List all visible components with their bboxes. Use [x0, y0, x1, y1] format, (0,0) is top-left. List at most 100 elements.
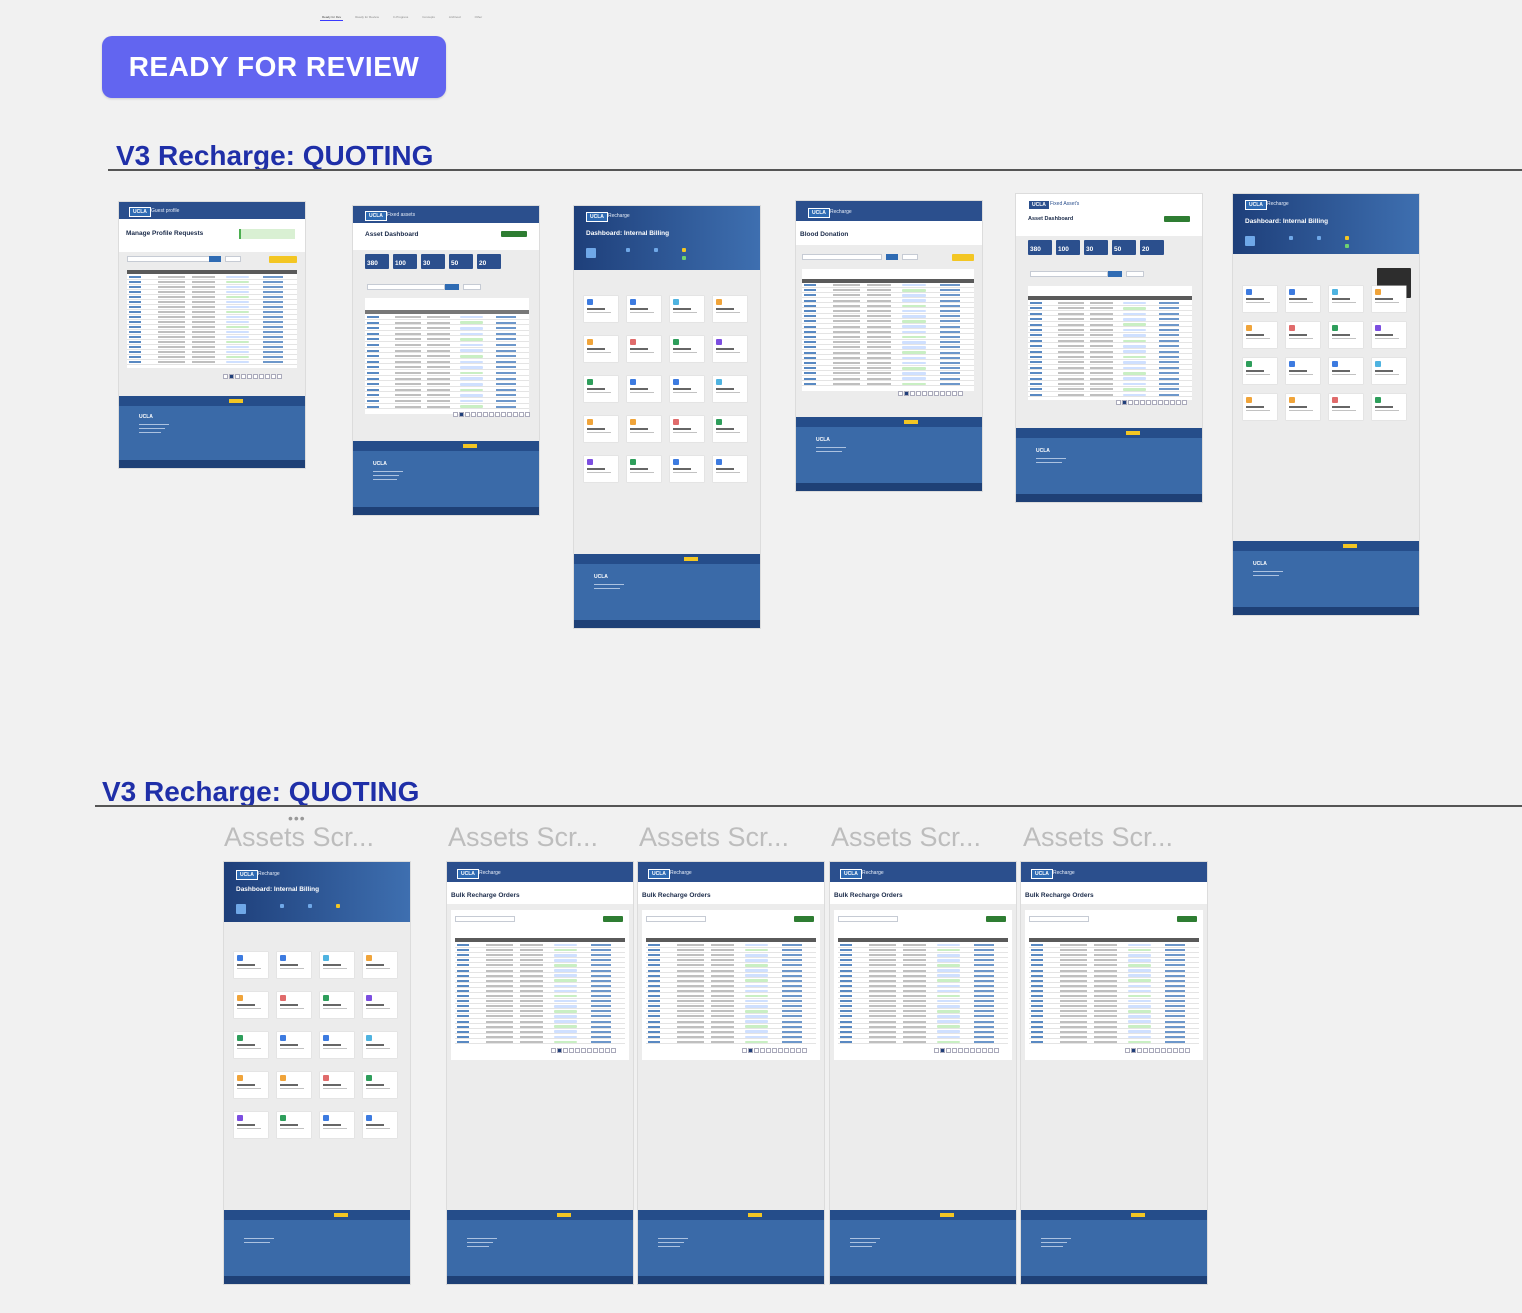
- table-row[interactable]: [1028, 306, 1192, 311]
- feature-card[interactable]: [670, 336, 704, 362]
- table-row[interactable]: [838, 963, 1008, 968]
- table-row[interactable]: [838, 983, 1008, 989]
- table-row[interactable]: [127, 315, 297, 320]
- feature-card[interactable]: [363, 1072, 397, 1098]
- table-row[interactable]: [455, 994, 625, 999]
- feature-card[interactable]: [627, 456, 661, 482]
- feature-card[interactable]: [234, 1072, 268, 1098]
- table-row[interactable]: [1029, 988, 1199, 994]
- tab-ready-for-review[interactable]: Ready for Review: [353, 14, 381, 21]
- filter-button[interactable]: [902, 254, 918, 260]
- table-row[interactable]: [802, 381, 974, 387]
- table-row[interactable]: [1029, 1034, 1199, 1040]
- search-button[interactable]: [886, 254, 898, 260]
- table-row[interactable]: [1029, 978, 1199, 984]
- table-row[interactable]: [1029, 1024, 1199, 1030]
- create-profile-button[interactable]: [269, 256, 297, 263]
- table-row[interactable]: [1029, 1029, 1199, 1035]
- frame-assets-screen-5[interactable]: UCLA Recharge Bulk Recharge Orders: [1021, 862, 1207, 1284]
- table-row[interactable]: [838, 988, 1008, 994]
- pagination[interactable]: [1116, 400, 1187, 405]
- table-row[interactable]: [802, 355, 974, 361]
- filter-button[interactable]: [225, 256, 241, 262]
- feature-card[interactable]: [584, 296, 618, 322]
- table-row[interactable]: [838, 978, 1008, 984]
- table-row[interactable]: [127, 330, 297, 335]
- table-row[interactable]: [1028, 322, 1192, 328]
- table-row[interactable]: [802, 288, 974, 293]
- table-row[interactable]: [1028, 376, 1192, 382]
- table-row[interactable]: [646, 1029, 816, 1035]
- search-button[interactable]: [1108, 271, 1122, 277]
- feature-card[interactable]: [627, 416, 661, 442]
- table-row[interactable]: [127, 335, 297, 340]
- table-row[interactable]: [1028, 317, 1192, 322]
- table-row[interactable]: [365, 399, 529, 404]
- table-row[interactable]: [455, 958, 625, 963]
- feature-card[interactable]: [234, 952, 268, 978]
- feature-card[interactable]: [277, 952, 311, 978]
- table-row[interactable]: [646, 1009, 816, 1014]
- feature-card[interactable]: [277, 1072, 311, 1098]
- tab-ready-for-dev[interactable]: Ready for Dev: [320, 14, 344, 21]
- table-row[interactable]: [1029, 1004, 1199, 1009]
- table-row[interactable]: [455, 1024, 625, 1030]
- table-row[interactable]: [127, 355, 297, 360]
- table-row[interactable]: [365, 331, 529, 337]
- table-row[interactable]: [1028, 365, 1192, 371]
- search-input[interactable]: [1030, 271, 1108, 277]
- table-row[interactable]: [646, 1024, 816, 1030]
- table-row[interactable]: [455, 999, 625, 1004]
- table-row[interactable]: [802, 293, 974, 298]
- table-row[interactable]: [365, 359, 529, 365]
- feature-card[interactable]: [363, 952, 397, 978]
- table-row[interactable]: [802, 340, 974, 345]
- table-row[interactable]: [1028, 360, 1192, 365]
- pagination[interactable]: [223, 374, 282, 379]
- feature-card[interactable]: [1286, 394, 1320, 420]
- feature-card[interactable]: [1372, 286, 1406, 312]
- table-row[interactable]: [365, 315, 529, 320]
- pagination[interactable]: [742, 1048, 807, 1053]
- pagination[interactable]: [551, 1048, 616, 1053]
- feature-card[interactable]: [320, 1112, 354, 1138]
- table-row[interactable]: [646, 999, 816, 1004]
- table-row[interactable]: [838, 1009, 1008, 1014]
- frame-assets-screen-2[interactable]: UCLA Recharge Bulk Recharge Orders: [447, 862, 633, 1284]
- table-row[interactable]: [365, 365, 529, 370]
- table-row[interactable]: [1029, 953, 1199, 958]
- table-row[interactable]: [455, 1039, 625, 1045]
- table-row[interactable]: [127, 300, 297, 305]
- table-row[interactable]: [1029, 1009, 1199, 1014]
- feature-card[interactable]: [1329, 322, 1363, 348]
- feature-card[interactable]: [713, 336, 747, 362]
- table-row[interactable]: [838, 999, 1008, 1004]
- table-row[interactable]: [802, 376, 974, 382]
- feature-card[interactable]: [1243, 322, 1277, 348]
- feature-card[interactable]: [1372, 322, 1406, 348]
- table-row[interactable]: [838, 968, 1008, 974]
- table-row[interactable]: [127, 295, 297, 300]
- frame-assets-screen-4[interactable]: UCLA Recharge Bulk Recharge Orders: [830, 862, 1016, 1284]
- table-row[interactable]: [802, 361, 974, 366]
- table-row[interactable]: [455, 1004, 625, 1009]
- pagination[interactable]: [1125, 1048, 1190, 1053]
- feature-card[interactable]: [277, 992, 311, 1018]
- feature-card[interactable]: [1372, 394, 1406, 420]
- table-row[interactable]: [646, 983, 816, 989]
- table-row[interactable]: [646, 973, 816, 979]
- feature-card[interactable]: [320, 992, 354, 1018]
- table-row[interactable]: [1029, 963, 1199, 968]
- table-row[interactable]: [1028, 387, 1192, 392]
- table-row[interactable]: [365, 320, 529, 326]
- feature-card[interactable]: [1286, 286, 1320, 312]
- table-row[interactable]: [646, 953, 816, 958]
- table-row[interactable]: [802, 283, 974, 288]
- table-row[interactable]: [365, 382, 529, 387]
- table-row[interactable]: [802, 314, 974, 319]
- feature-card[interactable]: [584, 416, 618, 442]
- table-row[interactable]: [455, 988, 625, 994]
- feature-card[interactable]: [277, 1032, 311, 1058]
- table-row[interactable]: [802, 350, 974, 356]
- table-row[interactable]: [646, 948, 816, 953]
